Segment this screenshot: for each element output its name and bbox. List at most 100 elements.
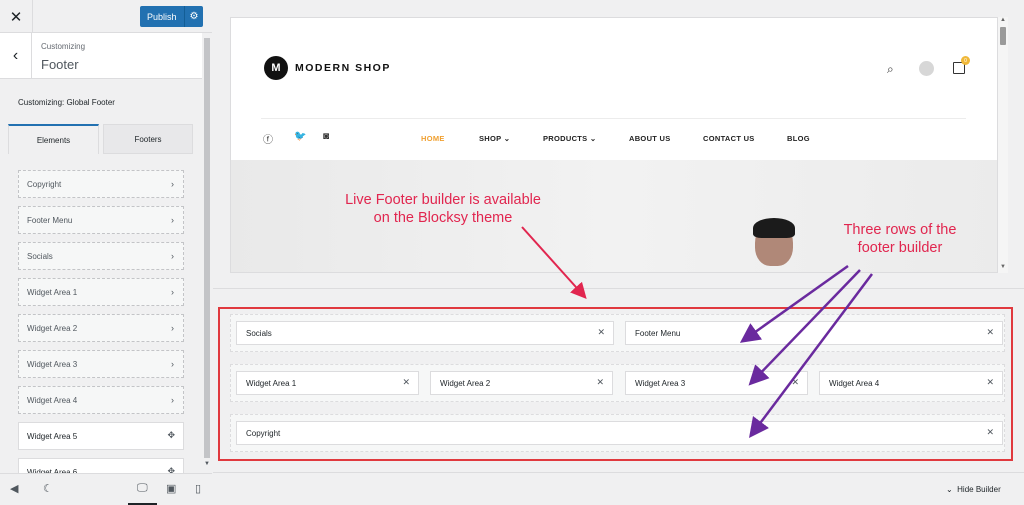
annotation-three-rows: Three rows of the footer builder [820,221,980,257]
builder-toolbar: ⌄ Hide Builder [213,472,1024,505]
collapse-icon[interactable]: ◀ [10,482,18,495]
sidebar-scroll-thumb[interactable] [204,38,210,458]
slot-label: Widget Area 2 [440,378,491,388]
chevron-right-icon: › [171,179,174,189]
nav-item-blog[interactable]: BLOG [787,134,810,143]
tab-elements[interactable]: Elements [8,124,99,154]
builder-slot-widget-area-3[interactable]: Widget Area 3 ✕ [625,371,808,395]
chevron-right-icon: › [171,287,174,297]
remove-icon[interactable]: ✕ [597,327,605,338]
cart-count-badge: 0 [961,56,970,65]
element-label: Widget Area 2 [27,323,78,333]
element-footer-menu[interactable]: Footer Menu › [18,206,184,234]
gear-icon[interactable]: ⚙ [185,11,203,22]
builder-slot-widget-area-2[interactable]: Widget Area 2 ✕ [430,371,613,395]
annotation-live-builder: Live Footer builder is available on the … [318,191,568,227]
remove-icon[interactable]: ✕ [402,377,410,388]
section-subtitle: Customizing [41,42,86,51]
scroll-up-icon[interactable]: ▲ [1000,17,1006,23]
preview-scrollbar[interactable]: ▲ ▼ [998,17,1008,273]
account-icon[interactable] [919,61,934,76]
element-label: Widget Area 4 [27,395,78,405]
hide-builder-label: Hide Builder [957,485,1001,494]
sidebar-scrollbar[interactable]: ▼ [202,33,212,473]
remove-icon[interactable]: ✕ [986,377,994,388]
nav-item-contact[interactable]: CONTACT US [703,134,755,143]
instagram-icon[interactable]: ◙ [323,131,329,142]
publish-label: Publish [147,11,177,22]
builder-row-bottom: Copyright ✕ [230,414,1005,452]
scroll-down-icon[interactable]: ▼ [1000,264,1006,270]
builder-slot-socials[interactable]: Socials ✕ [236,321,614,345]
tablet-icon[interactable]: ▣ [166,482,176,495]
builder-slot-widget-area-4[interactable]: Widget Area 4 ✕ [819,371,1003,395]
customizer-sidebar: ✕ Publish ⚙ ‹ Customizing Footer Customi… [0,0,212,505]
dark-mode-icon[interactable]: ☾ [43,482,53,495]
logo-text[interactable]: MODERN SHOP [295,62,391,74]
builder-slot-widget-area-1[interactable]: Widget Area 1 ✕ [236,371,419,395]
chevron-right-icon: › [171,323,174,333]
builder-slot-footer-menu[interactable]: Footer Menu ✕ [625,321,1003,345]
chevron-right-icon: › [171,215,174,225]
remove-icon[interactable]: ✕ [986,427,994,438]
section-title: Footer [41,57,79,72]
tab-footers[interactable]: Footers [103,124,193,154]
move-icon[interactable]: ✥ [167,430,175,441]
sidebar-footer-bar: ◀ ☾ 🖵 ▣ ▯ [0,473,212,505]
twitter-icon[interactable]: 🐦 [294,131,306,142]
search-icon[interactable]: ⌕ [887,62,894,77]
scroll-down-icon[interactable]: ▼ [204,461,210,467]
hero-person-image [751,218,799,272]
publish-button[interactable]: Publish ⚙ [140,6,203,27]
elements-list: Copyright › Footer Menu › Socials › Widget … [18,170,184,494]
hero-hair [753,218,795,238]
remove-icon[interactable]: ✕ [986,327,994,338]
chevron-right-icon: › [171,251,174,261]
nav-item-products[interactable]: PRODUCTS ⌄ [543,134,596,143]
close-icon[interactable]: ✕ [0,0,33,33]
annotation-line: Live Footer builder is available [345,192,541,208]
element-widget-area-3[interactable]: Widget Area 3 › [18,350,184,378]
header-divider [261,118,966,119]
hide-builder-button[interactable]: ⌄ Hide Builder [946,485,1001,494]
slot-label: Widget Area 3 [635,378,686,388]
chevron-right-icon: › [171,359,174,369]
nav-item-about[interactable]: ABOUT US [629,134,671,143]
site-header: M MODERN SHOP ⌕ 0 ⓕ 🐦 ◙ HOME SHOP ⌄ PROD… [231,18,997,160]
element-widget-area-4[interactable]: Widget Area 4 › [18,386,184,414]
slot-label: Footer Menu [635,328,681,338]
element-copyright[interactable]: Copyright › [18,170,184,198]
element-socials[interactable]: Socials › [18,242,184,270]
slot-label: Widget Area 1 [246,378,297,388]
annotation-line: Three rows of the [843,222,957,238]
element-label: Copyright [27,179,62,189]
element-widget-area-5[interactable]: Widget Area 5 ✥ [18,422,184,450]
annotation-line: footer builder [857,240,943,256]
section-header: ‹ Customizing Footer [0,33,202,79]
mobile-icon[interactable]: ▯ [195,482,201,495]
element-widget-area-2[interactable]: Widget Area 2 › [18,314,184,342]
back-arrow-icon[interactable]: ‹ [0,33,32,79]
element-label: Widget Area 1 [27,287,78,297]
nav-item-home[interactable]: HOME [421,134,445,143]
element-label: Widget Area 5 [27,431,78,441]
preview-scroll-thumb[interactable] [1000,27,1006,45]
annotation-line: on the Blocksy theme [373,210,513,226]
element-widget-area-1[interactable]: Widget Area 1 › [18,278,184,306]
element-label: Footer Menu [27,215,73,225]
tab-bar: Elements Footers [8,124,193,154]
element-label: Widget Area 3 [27,359,78,369]
header-icons: ⌕ 0 [887,56,977,82]
remove-icon[interactable]: ✕ [596,377,604,388]
logo-mark[interactable]: M [264,56,288,80]
builder-slot-copyright[interactable]: Copyright ✕ [236,421,1003,445]
customizing-label: Customizing: Global Footer [18,98,115,107]
nav-item-shop[interactable]: SHOP ⌄ [479,134,510,143]
remove-icon[interactable]: ✕ [791,377,799,388]
builder-row-top: Socials ✕ Footer Menu ✕ [230,314,1005,352]
slot-label: Widget Area 4 [829,378,880,388]
footer-builder: Socials ✕ Footer Menu ✕ Widget Area 1 ✕ Wid… [213,288,1024,472]
facebook-icon[interactable]: ⓕ [263,131,273,146]
desktop-icon[interactable]: 🖵 [137,482,148,495]
slot-label: Copyright [246,428,281,438]
